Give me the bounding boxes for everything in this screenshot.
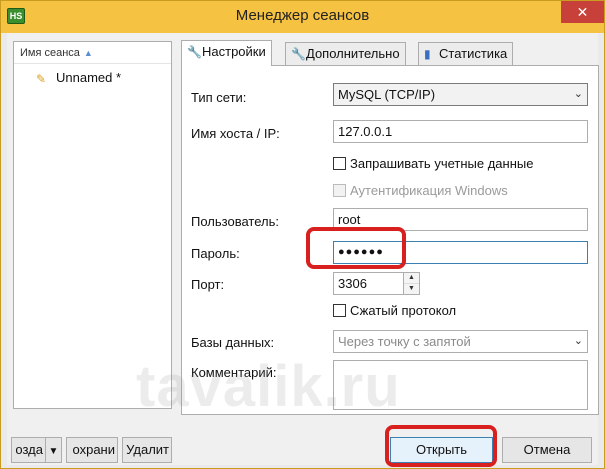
compressed-protocol-label: Сжатый протокол — [350, 303, 457, 318]
network-type-value: MySQL (TCP/IP) — [338, 87, 436, 102]
caret-down-icon: ▼ — [48, 446, 59, 457]
tab-settings-label: Настройки — [202, 44, 266, 59]
dialog-body: Имя сеанса ▲ ✎ Unnamed * 🔧Настройки 🔧Допол… — [7, 33, 599, 465]
close-button[interactable]: ✕ — [561, 1, 604, 23]
window-title: Менеджер сеансов — [235, 7, 370, 24]
chevron-down-icon: ⌄ — [573, 88, 583, 100]
checkbox-box — [333, 304, 346, 317]
port-input[interactable]: 3306 — [333, 272, 404, 295]
checkbox-box — [333, 184, 346, 197]
delete-button[interactable]: Удалит — [122, 437, 172, 463]
user-label: Пользователь: — [191, 214, 279, 229]
tab-settings[interactable]: 🔧Настройки — [181, 40, 272, 66]
bar-chart-icon: ▮ — [424, 47, 431, 61]
port-spinner[interactable]: ▲ ▼ — [403, 272, 420, 295]
open-button[interactable]: Открыть — [390, 437, 493, 463]
tab-advanced[interactable]: 🔧Дополнительно — [285, 42, 406, 66]
tab-statistics-label: Статистика — [439, 46, 508, 61]
port-label: Порт: — [191, 277, 225, 292]
new-session-dropdown[interactable]: ▼ — [45, 437, 62, 463]
save-button[interactable]: охрани — [66, 437, 118, 463]
session-item-label: Unnamed * — [56, 70, 122, 85]
new-session-button[interactable]: озда — [11, 437, 45, 463]
windows-auth-checkbox: Аутентификация Windows — [333, 183, 508, 198]
sort-ascending-icon: ▲ — [83, 48, 93, 58]
password-label: Пароль: — [191, 246, 240, 261]
compressed-protocol-checkbox[interactable]: Сжатый протокол — [333, 303, 456, 318]
session-list-header[interactable]: Имя сеанса ▲ — [14, 42, 171, 64]
databases-input[interactable]: Через точку с запятой ⌄ — [333, 330, 588, 353]
host-input[interactable]: 127.0.0.1 — [333, 120, 588, 143]
password-input[interactable]: ●●●●●● — [333, 241, 588, 264]
title-bar: HS Менеджер сеансов ✕ — [1, 1, 604, 33]
comment-label: Комментарий: — [191, 365, 277, 380]
tab-statistics[interactable]: ▮ Статистика — [418, 42, 514, 66]
prompt-credentials-checkbox[interactable]: Запрашивать учетные данные — [333, 156, 533, 171]
prompt-credentials-label: Запрашивать учетные данные — [350, 156, 534, 171]
spin-up-icon[interactable]: ▲ — [404, 273, 419, 284]
session-manager-window: HS Менеджер сеансов ✕ Имя сеанса ▲ ✎ Unnam… — [0, 0, 605, 469]
tab-advanced-label: Дополнительно — [306, 46, 400, 61]
host-label: Имя хоста / IP: — [191, 126, 280, 141]
session-item[interactable]: ✎ Unnamed * — [14, 68, 171, 88]
network-type-select[interactable]: MySQL (TCP/IP) ⌄ — [333, 83, 588, 106]
comment-textarea[interactable] — [333, 360, 588, 410]
checkbox-box — [333, 157, 346, 170]
cancel-button[interactable]: Отмена — [502, 437, 592, 463]
chevron-down-icon: ⌄ — [573, 335, 583, 347]
network-type-label: Тип сети: — [191, 90, 247, 105]
session-name-column-label: Имя сеанса — [20, 47, 80, 59]
wrench-icon: 🔧 — [187, 45, 202, 59]
spin-down-icon[interactable]: ▼ — [404, 284, 419, 295]
session-list[interactable]: Имя сеанса ▲ ✎ Unnamed * — [13, 41, 172, 409]
settings-tab-page: Тип сети: MySQL (TCP/IP) ⌄ Имя хоста / I… — [181, 65, 599, 415]
wrench-icon: 🔧 — [291, 47, 306, 61]
user-input[interactable]: root — [333, 208, 588, 231]
session-icon: ✎ — [36, 72, 47, 86]
databases-label: Базы данных: — [191, 335, 275, 350]
windows-auth-label: Аутентификация Windows — [350, 183, 508, 198]
databases-placeholder: Через точку с запятой — [338, 334, 471, 349]
